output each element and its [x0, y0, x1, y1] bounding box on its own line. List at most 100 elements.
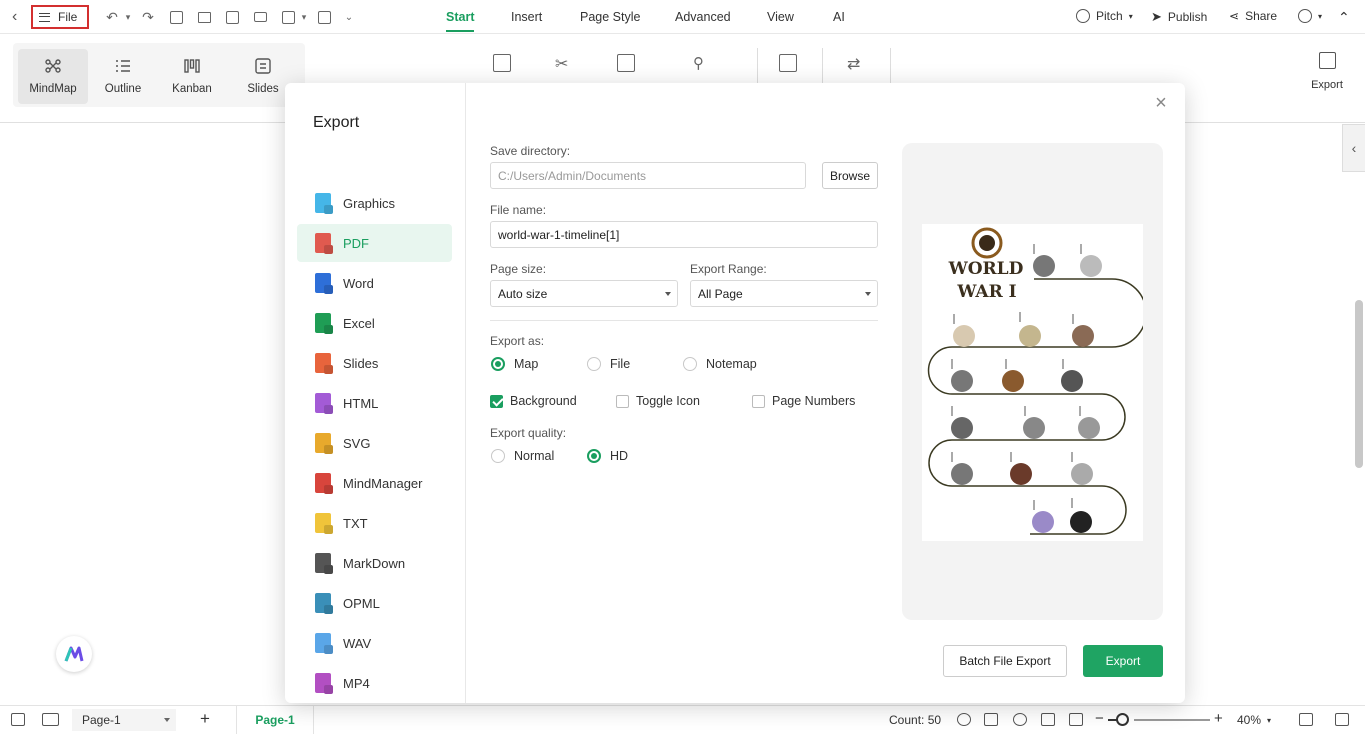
pdf-icon: [315, 233, 331, 253]
format-item-mp4[interactable]: MP4: [297, 664, 452, 702]
file-name-input[interactable]: world-war-1-timeline[1]: [490, 221, 878, 248]
file-name-label: File name:: [490, 203, 547, 217]
format-painter-icon[interactable]: ⚲: [693, 54, 711, 72]
tab-advanced[interactable]: Advanced: [675, 0, 731, 34]
share-button[interactable]: ⋖ Share: [1229, 9, 1277, 23]
collapse-panel-icon[interactable]: [1335, 713, 1349, 726]
theme-icon[interactable]: [957, 713, 971, 726]
share-label: Share: [1245, 9, 1278, 23]
panel-layout-icon[interactable]: [42, 713, 59, 726]
format-item-wav[interactable]: WAV: [297, 624, 452, 662]
publish-button[interactable]: ➤ Publish: [1151, 9, 1207, 25]
file-menu-button[interactable]: File: [31, 5, 89, 29]
quality-normal-radio[interactable]: Normal: [491, 449, 554, 463]
format-item-txt[interactable]: TXT: [297, 504, 452, 542]
redo-icon[interactable]: ↷: [140, 9, 156, 25]
copy-icon[interactable]: [617, 54, 635, 72]
checklist-icon[interactable]: [316, 9, 332, 25]
format-item-graphics[interactable]: Graphics: [297, 184, 452, 222]
fullscreen-fit-icon[interactable]: [1069, 713, 1083, 726]
relationship-icon[interactable]: ⇄: [847, 54, 865, 73]
format-item-markdown[interactable]: MarkDown: [297, 544, 452, 582]
format-item-mindmanager[interactable]: MindManager: [297, 464, 452, 502]
slides-icon: [255, 58, 271, 74]
quality-hd-radio[interactable]: HD: [587, 449, 628, 463]
share-icon: ⋖: [1229, 9, 1240, 23]
format-item-html[interactable]: HTML: [297, 384, 452, 422]
paste-icon[interactable]: [493, 54, 511, 72]
view-kanban-button[interactable]: Kanban: [157, 49, 227, 104]
zoom-level-dropdown[interactable]: 40% ▾: [1237, 713, 1271, 727]
cut-icon[interactable]: ✂: [555, 54, 573, 73]
export-button[interactable]: Export: [1083, 645, 1163, 677]
format-item-svg[interactable]: SVG: [297, 424, 452, 462]
more-dropdown-icon[interactable]: ⌄: [341, 9, 357, 25]
quality-hd-label: HD: [610, 449, 629, 463]
new-file-icon[interactable]: [168, 9, 184, 25]
close-icon[interactable]: ×: [1153, 93, 1169, 113]
file-label: File: [58, 10, 78, 24]
play-slideshow-icon[interactable]: [1013, 713, 1027, 726]
toggle-icon-label: Toggle Icon: [636, 394, 700, 408]
zoom-slider-thumb[interactable]: [1116, 713, 1129, 726]
expand-icon[interactable]: [1299, 713, 1313, 726]
view-mindmap-button[interactable]: MindMap: [18, 49, 88, 104]
export-range-select[interactable]: All Page: [690, 280, 878, 307]
batch-file-export-button[interactable]: Batch File Export: [943, 645, 1067, 677]
tab-view[interactable]: View: [767, 0, 794, 34]
format-item-opml[interactable]: OPML: [297, 584, 452, 622]
page-size-select[interactable]: Auto size: [490, 280, 678, 307]
help-icon: [1298, 9, 1312, 23]
page-select[interactable]: Page-1: [72, 709, 176, 731]
format-item-excel[interactable]: Excel: [297, 304, 452, 342]
page-size-caret-icon: [665, 292, 671, 296]
ribbon-export-button[interactable]: Export: [1305, 52, 1349, 91]
help-button[interactable]: ▾: [1298, 9, 1322, 23]
browse-button[interactable]: Browse: [822, 162, 878, 189]
play-icon: [1076, 9, 1090, 23]
export-as-notemap-radio[interactable]: Notemap: [683, 357, 757, 371]
pitch-button[interactable]: Pitch ▾: [1076, 9, 1133, 23]
background-label: Background: [510, 394, 577, 408]
vertical-scrollbar[interactable]: [1355, 300, 1363, 468]
undo-dropdown-icon[interactable]: ▾: [120, 9, 136, 25]
collapse-ribbon-icon[interactable]: ⌃: [1338, 9, 1350, 26]
ribbon-divider: [890, 48, 891, 86]
zoom-in-icon[interactable]: +: [1214, 710, 1223, 727]
format-item-word[interactable]: Word: [297, 264, 452, 302]
add-page-icon[interactable]: +: [200, 709, 210, 729]
page-tab-1[interactable]: Page-1: [236, 706, 314, 734]
print-icon[interactable]: [252, 9, 268, 25]
tab-ai[interactable]: AI: [833, 0, 845, 34]
tab-start[interactable]: Start: [446, 0, 475, 34]
export-dropdown-icon[interactable]: ▾: [296, 9, 312, 25]
book-view-icon[interactable]: [984, 713, 998, 726]
export-share-icon[interactable]: [280, 9, 296, 25]
app-logo-icon[interactable]: [56, 636, 92, 672]
undo-icon[interactable]: ↶: [104, 9, 120, 25]
page-numbers-checkbox[interactable]: Page Numbers: [752, 394, 855, 408]
insert-topic-icon[interactable]: [779, 54, 797, 72]
filter-icon[interactable]: [11, 713, 25, 726]
export-as-file-radio[interactable]: File: [587, 357, 630, 371]
open-folder-icon[interactable]: [196, 9, 212, 25]
zoom-out-icon[interactable]: −: [1095, 710, 1104, 727]
save-directory-input[interactable]: C:/Users/Admin/Documents: [490, 162, 806, 189]
mindmap-icon: [45, 59, 61, 73]
format-label: MarkDown: [343, 555, 406, 571]
toggle-icon-checkbox[interactable]: Toggle Icon: [616, 394, 700, 408]
fit-page-icon[interactable]: [1041, 713, 1055, 726]
tab-page-style[interactable]: Page Style: [580, 0, 640, 34]
background-checkbox[interactable]: Background: [490, 394, 577, 408]
zoom-track[interactable]: [1134, 719, 1210, 721]
tab-insert[interactable]: Insert: [511, 0, 542, 34]
format-item-slides[interactable]: Slides: [297, 344, 452, 382]
view-outline-button[interactable]: Outline: [88, 49, 158, 104]
export-as-map-radio[interactable]: Map: [491, 357, 538, 371]
save-icon[interactable]: [224, 9, 240, 25]
html-icon: [315, 393, 331, 413]
side-panel-toggle-icon[interactable]: ‹: [1342, 124, 1365, 172]
back-arrow-icon[interactable]: ‹: [12, 9, 26, 25]
format-label: HTML: [343, 395, 379, 411]
format-item-pdf[interactable]: PDF: [297, 224, 452, 262]
